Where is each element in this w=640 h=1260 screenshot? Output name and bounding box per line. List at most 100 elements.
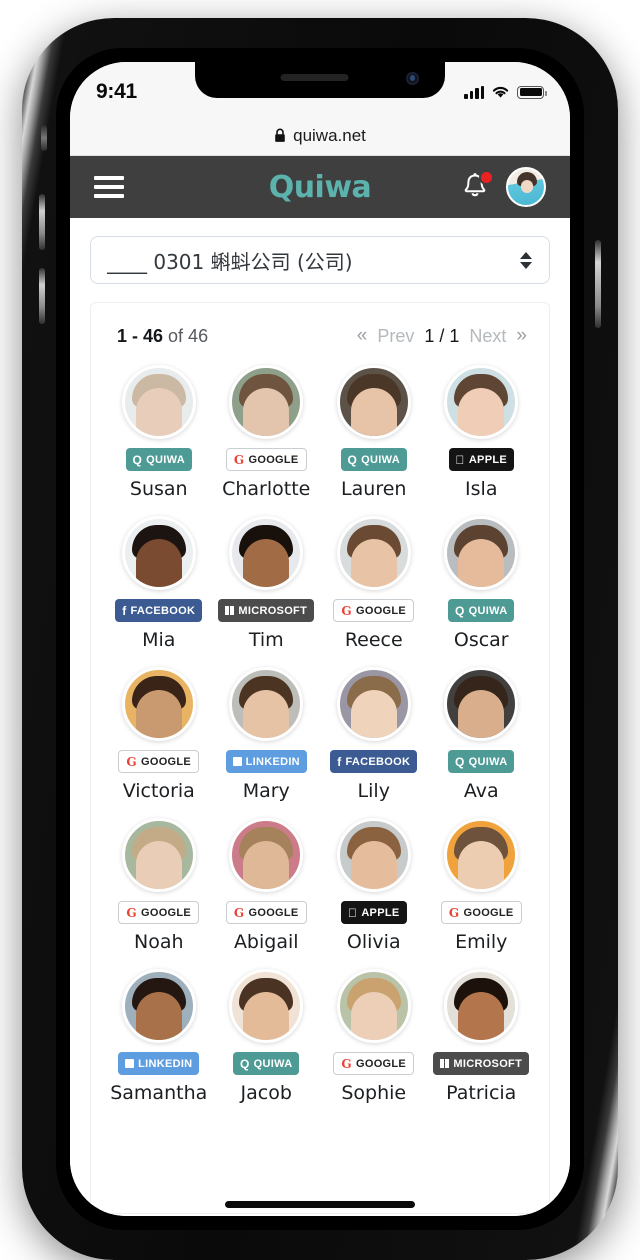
person-card[interactable]: Q QUIWA Jacob	[213, 969, 321, 1104]
provider-label: LINKEDIN	[138, 1057, 193, 1070]
microsoft-icon	[225, 606, 235, 615]
person-avatar[interactable]	[229, 365, 304, 439]
person-name: Lily	[357, 780, 390, 802]
quiwa-icon: Q	[347, 452, 358, 467]
google-icon: G	[126, 905, 137, 920]
provider-badge: Q QUIWA	[125, 448, 192, 471]
cellular-signal-icon	[464, 85, 484, 99]
avatar-face	[350, 992, 397, 1040]
person-card[interactable]: MICROSOFT Patricia	[428, 969, 536, 1104]
person-name: Samantha	[110, 1082, 208, 1104]
provider-label: GOOGLE	[248, 906, 299, 919]
avatar-face	[243, 388, 290, 436]
avatar-face	[135, 992, 182, 1040]
person-avatar[interactable]	[444, 516, 519, 590]
person-card[interactable]: G GOOGLE Reece	[320, 516, 428, 651]
person-avatar[interactable]	[336, 818, 411, 892]
person-avatar[interactable]	[121, 667, 196, 741]
power-button[interactable]	[595, 240, 601, 328]
provider-badge: G GOOGLE	[333, 599, 415, 622]
person-card[interactable]: APPLE Olivia	[320, 818, 428, 953]
quiwa-icon: Q	[132, 452, 143, 467]
lock-icon	[275, 128, 285, 142]
brand-logo[interactable]: Quiwa	[269, 170, 372, 205]
person-name: Abigail	[233, 931, 299, 953]
person-avatar[interactable]	[444, 969, 519, 1043]
person-card[interactable]: LINKEDIN Samantha	[105, 969, 213, 1104]
person-avatar[interactable]	[336, 365, 411, 439]
person-avatar[interactable]	[229, 969, 304, 1043]
person-card[interactable]: G GOOGLE Noah	[105, 818, 213, 953]
person-avatar[interactable]	[336, 516, 411, 590]
home-indicator[interactable]	[225, 1201, 415, 1208]
person-name: Ava	[463, 780, 499, 802]
person-card[interactable]: f FACEBOOK Mia	[105, 516, 213, 651]
person-avatar[interactable]	[229, 516, 304, 590]
person-card[interactable]: G GOOGLE Victoria	[105, 667, 213, 802]
provider-badge: Q QUIWA	[340, 448, 407, 471]
company-select[interactable]: ____ 0301 蝌蚪公司 (公司)	[90, 236, 550, 284]
first-page-icon[interactable]: «	[357, 325, 368, 347]
browser-url-bar[interactable]: quiwa.net	[70, 116, 570, 156]
volume-up-button[interactable]	[39, 194, 45, 250]
provider-badge: MICROSOFT	[218, 599, 315, 622]
provider-badge: G GOOGLE	[118, 750, 200, 773]
last-page-icon[interactable]: »	[516, 325, 527, 347]
person-avatar[interactable]	[444, 667, 519, 741]
person-card[interactable]: LINKEDIN Mary	[213, 667, 321, 802]
person-avatar[interactable]	[444, 818, 519, 892]
person-name: Victoria	[122, 780, 195, 802]
avatar[interactable]	[506, 167, 546, 207]
provider-label: GOOGLE	[248, 453, 299, 466]
provider-badge: LINKEDIN	[225, 750, 307, 773]
phone-frame: 9:41 quiwa.net Quiwa ____ 0301 蝌蚪公司 (公司)…	[22, 18, 618, 1260]
provider-label: MICROSOFT	[453, 1057, 523, 1070]
mute-switch[interactable]	[41, 125, 47, 151]
person-avatar[interactable]	[121, 969, 196, 1043]
person-card[interactable]: G GOOGLE Charlotte	[213, 365, 321, 500]
person-card[interactable]: G GOOGLE Abigail	[213, 818, 321, 953]
notifications-button[interactable]	[462, 170, 494, 202]
status-time: 9:41	[96, 80, 137, 103]
person-name: Noah	[133, 931, 184, 953]
person-card[interactable]: MICROSOFT Tim	[213, 516, 321, 651]
person-name: Patricia	[446, 1082, 517, 1104]
people-card: 1 - 46 of 46 « Prev 1 / 1 Next » Q QUIWA S…	[90, 302, 550, 1214]
company-select-value: ____ 0301 蝌蚪公司 (公司)	[107, 249, 353, 274]
person-card[interactable]: Q QUIWA Oscar	[428, 516, 536, 651]
person-avatar[interactable]	[121, 818, 196, 892]
person-avatar[interactable]	[336, 969, 411, 1043]
provider-label: GOOGLE	[355, 604, 407, 617]
next-page-button[interactable]: Next	[469, 326, 506, 347]
person-card[interactable]: G GOOGLE Sophie	[320, 969, 428, 1104]
person-card[interactable]: Q QUIWA Susan	[105, 365, 213, 500]
provider-badge: G GOOGLE	[440, 901, 522, 924]
page-body: ____ 0301 蝌蚪公司 (公司) 1 - 46 of 46 « Prev …	[70, 218, 570, 1216]
result-total: of 46	[168, 325, 209, 346]
person-card[interactable]: f FACEBOOK Lily	[320, 667, 428, 802]
person-card[interactable]: G GOOGLE Emily	[428, 818, 536, 953]
person-avatar[interactable]	[121, 516, 196, 590]
google-icon: G	[126, 754, 137, 769]
volume-down-button[interactable]	[39, 268, 45, 324]
avatar-face	[243, 690, 290, 738]
person-card[interactable]: Q QUIWA Ava	[428, 667, 536, 802]
person-avatar[interactable]	[121, 365, 196, 439]
prev-page-button[interactable]: Prev	[377, 326, 414, 347]
person-avatar[interactable]	[336, 667, 411, 741]
url-text: quiwa.net	[293, 125, 366, 145]
linkedin-icon	[232, 757, 242, 766]
phone-notch	[195, 62, 445, 98]
avatar-face	[458, 690, 505, 738]
page-nav: « Prev 1 / 1 Next »	[357, 325, 527, 347]
person-card[interactable]: APPLE Isla	[428, 365, 536, 500]
person-avatar[interactable]	[229, 667, 304, 741]
person-avatar[interactable]	[444, 365, 519, 439]
hamburger-menu-icon[interactable]	[94, 176, 124, 198]
avatar-face	[458, 388, 505, 436]
person-avatar[interactable]	[229, 818, 304, 892]
person-name: Tim	[248, 629, 284, 651]
avatar-face	[350, 690, 397, 738]
google-icon: G	[341, 603, 352, 618]
person-card[interactable]: Q QUIWA Lauren	[320, 365, 428, 500]
